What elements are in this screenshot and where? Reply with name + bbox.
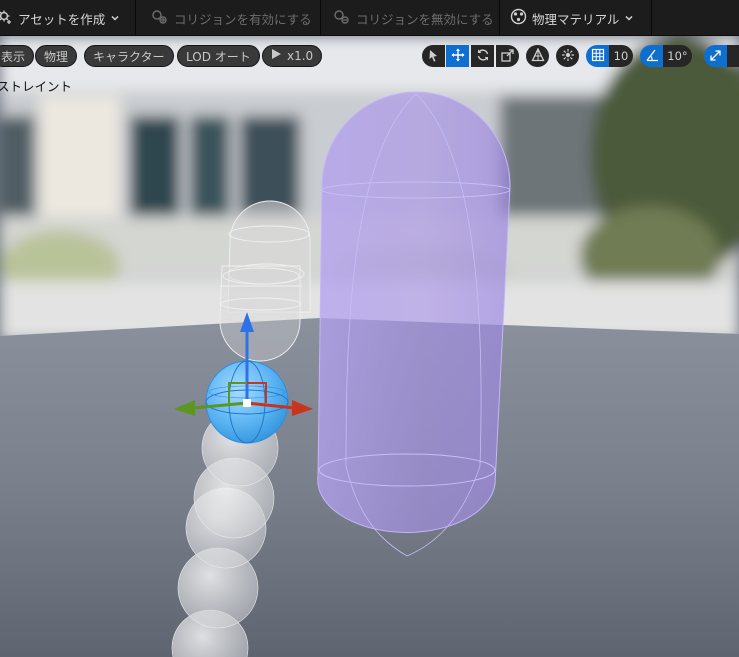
cursor-icon (428, 47, 440, 66)
ghost-capsule-upper (219, 200, 311, 362)
physics-label: 物理 (44, 50, 69, 64)
physics-material-label: 物理マテリアル (532, 11, 620, 27)
disable-collision-button[interactable]: コリジョンを無効にする (333, 0, 494, 36)
create-asset-button[interactable]: アセットを作成 (0, 0, 120, 36)
play-icon (271, 45, 282, 67)
grid-snap-value[interactable]: 10 (609, 45, 633, 67)
toolbar-divider (320, 0, 321, 36)
rotation-snap-toggle[interactable] (640, 45, 663, 67)
enable-collision-button[interactable]: コリジョンを有効にする (151, 0, 312, 36)
capsule-collision-body[interactable] (317, 91, 511, 557)
constraint-label: ストレイント (0, 79, 73, 94)
surface-snap-toggle[interactable] (556, 45, 579, 67)
viewport-scene (0, 36, 739, 657)
rotate-mode-button[interactable] (471, 45, 494, 67)
disable-collision-label: コリジョンを無効にする (356, 11, 494, 27)
coordinate-space-icon (530, 46, 545, 66)
select-mode-button[interactable] (422, 45, 445, 67)
world-local-toggle[interactable] (526, 45, 549, 67)
chevron-down-icon (110, 11, 120, 26)
snap-surface-icon (561, 47, 575, 66)
angle-icon (645, 47, 659, 66)
physics-menu-button[interactable]: 物理 (35, 45, 78, 67)
lod-label: LOD オート (186, 50, 251, 64)
show-label: 表示 (1, 50, 26, 64)
character-menu-button[interactable]: キャラクター (84, 45, 174, 67)
toolbar-divider (499, 0, 500, 36)
create-asset-icon (0, 9, 13, 28)
scale-mode-button[interactable] (496, 45, 519, 67)
grid-snap-toggle[interactable] (586, 45, 609, 67)
toolbar-divider (135, 0, 136, 36)
rotate-icon (476, 47, 490, 66)
scale-snap-value[interactable] (727, 45, 739, 67)
enable-collision-label: コリジョンを有効にする (174, 11, 312, 27)
speed-label: x1.0 (287, 49, 314, 63)
show-menu-button[interactable]: 表示 (0, 45, 35, 67)
scale-icon (501, 47, 514, 66)
character-label: キャラクター (93, 50, 165, 64)
scale-snap-icon (709, 47, 722, 66)
physics-material-button[interactable]: 物理マテリアル (510, 0, 634, 36)
lod-menu-button[interactable]: LOD オート (177, 45, 260, 67)
disable-collision-icon (333, 9, 351, 28)
create-asset-label: アセットを作成 (18, 11, 106, 27)
enable-collision-icon (151, 9, 169, 28)
grid-icon (591, 47, 605, 66)
asset-toolbar: アセットを作成 コリジョンを有効にする コリジョンを無効にする 物理マテリアル (0, 0, 739, 36)
move-arrows-icon (451, 47, 465, 66)
translate-mode-button[interactable] (446, 45, 469, 67)
viewport[interactable]: 表示 物理 キャラクター LOD オート x1.0 10 10° ストレイント (0, 36, 739, 657)
scale-snap-toggle[interactable] (704, 45, 727, 67)
chevron-down-icon (624, 11, 634, 26)
physics-material-icon (510, 8, 527, 28)
rotation-snap-value[interactable]: 10° (663, 45, 692, 67)
playback-speed-button[interactable]: x1.0 (262, 45, 323, 67)
toolbar-divider (651, 0, 652, 36)
